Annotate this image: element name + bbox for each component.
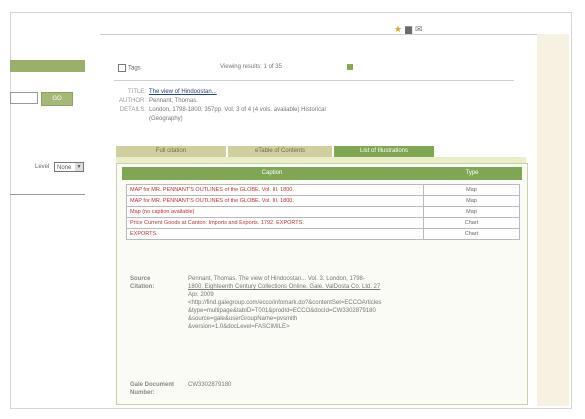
citation-line: <http://find.galegroup.com/ecco/infomark… [188,300,382,306]
doc-number-label: Gale Document Number: [130,381,178,397]
level-select[interactable]: None ▼ [54,162,84,172]
author-value: Pennant, Thomas. [149,98,198,104]
details-value-2: (Geography) [149,116,183,122]
type-cell: Map [423,206,520,218]
caption-header: Caption [261,170,283,176]
caption-cell[interactable]: EXPORTS. [126,228,424,240]
doc-number-label-2: Number: [130,390,155,396]
citation-line: &source=gale&userGroupName=pvsmith [188,316,298,322]
caption-cell[interactable]: MAP for MR. PENNANT'S OUTLINES of the GL… [126,195,424,207]
source-citation-text: Pennant, Thomas. The view of Hindoostan.… [188,275,428,331]
print-icon[interactable]: ▆ [405,24,412,34]
record-metadata: TITLE: The view of Hindoostan... AUTHOR: P… [116,88,326,124]
title-key: TITLE: [127,89,146,95]
table-row[interactable]: EXPORTS. Chart [126,228,520,240]
citation-line: Pennant, Thomas. The view of Hindoostan.… [188,276,365,282]
illustrations-table: MAP for MR. PENNANT'S OUTLINES of the GL… [126,184,520,240]
search-input[interactable] [10,92,38,104]
table-row[interactable]: Map (no caption available) Map [126,206,520,218]
title-link[interactable]: The view of Hindoostan... [149,89,217,95]
caption-cell[interactable]: Map (no caption available) [126,206,424,218]
doc-number-label-1: Gale Document [130,382,175,388]
sidebar-header-bar [10,60,85,72]
level-label: Level [35,164,50,170]
citation-line: &type=multipage&tabID=T001&prodId=ECCO&d… [188,308,376,314]
tag-label: Tags [128,65,141,72]
sidebar-divider [10,194,85,195]
citation-line[interactable]: 1800. Eighteenth Century Collections Onl… [188,283,428,291]
type-cell: Map [423,195,520,207]
results-divider [114,80,514,81]
table-header: Caption Type [122,167,522,180]
tab-table-of-contents[interactable]: eTable of Contents [228,146,332,157]
doc-number-value: CW3302879180 [188,382,232,388]
caption-cell[interactable]: MAP for MR. PENNANT'S OUTLINES of the GL… [126,184,424,196]
top-divider [100,34,544,35]
type-header: Type [465,170,479,176]
tag-checkbox-row[interactable]: Tags [118,64,141,72]
tag-checkbox[interactable] [118,64,126,72]
tab-full-citation[interactable]: Full citation [116,146,226,157]
go-button[interactable]: GO [41,92,73,106]
details-key: DETAILS: [119,107,146,113]
table-row[interactable]: MAP for MR. PENNANT'S OUTLINES of the GL… [126,195,520,207]
type-cell: Map [423,184,520,196]
star-icon[interactable]: ★ [394,24,402,34]
source-citation-label: Source Citation: [130,276,155,290]
type-cell: Chart [423,228,520,240]
level-select-value: None [57,165,72,171]
citation-line: Apr. 2009 [188,292,214,298]
caption-cell[interactable]: Price Current Goods at Canton: Imports a… [126,217,424,229]
chevron-down-icon: ▼ [75,163,83,171]
table-row[interactable]: Price Current Goods at Canton: Imports a… [126,217,520,229]
table-row[interactable]: MAP for MR. PENNANT'S OUTLINES of the GL… [126,184,520,196]
mail-icon[interactable]: ✉ [415,24,423,34]
record-tabs: Full citation eTable of Contents List of… [116,146,434,157]
type-cell: Chart [423,217,520,229]
marked-list-icon[interactable] [347,64,353,70]
toolbar-icons: ★ ▆ ✉ [394,24,423,34]
viewing-results: Viewing results: 1 of 35 [220,64,282,70]
citation-line: &version=1.0&docLevel=FASCIMILE> [188,324,290,330]
tab-list-of-illustrations[interactable]: List of Illustrations [334,146,434,157]
right-side-panel [537,34,569,406]
details-value: London, 1798-1800. 357pp. Vol. 3 of 4 (4… [149,107,326,113]
author-key: AUTHOR: [119,98,146,104]
